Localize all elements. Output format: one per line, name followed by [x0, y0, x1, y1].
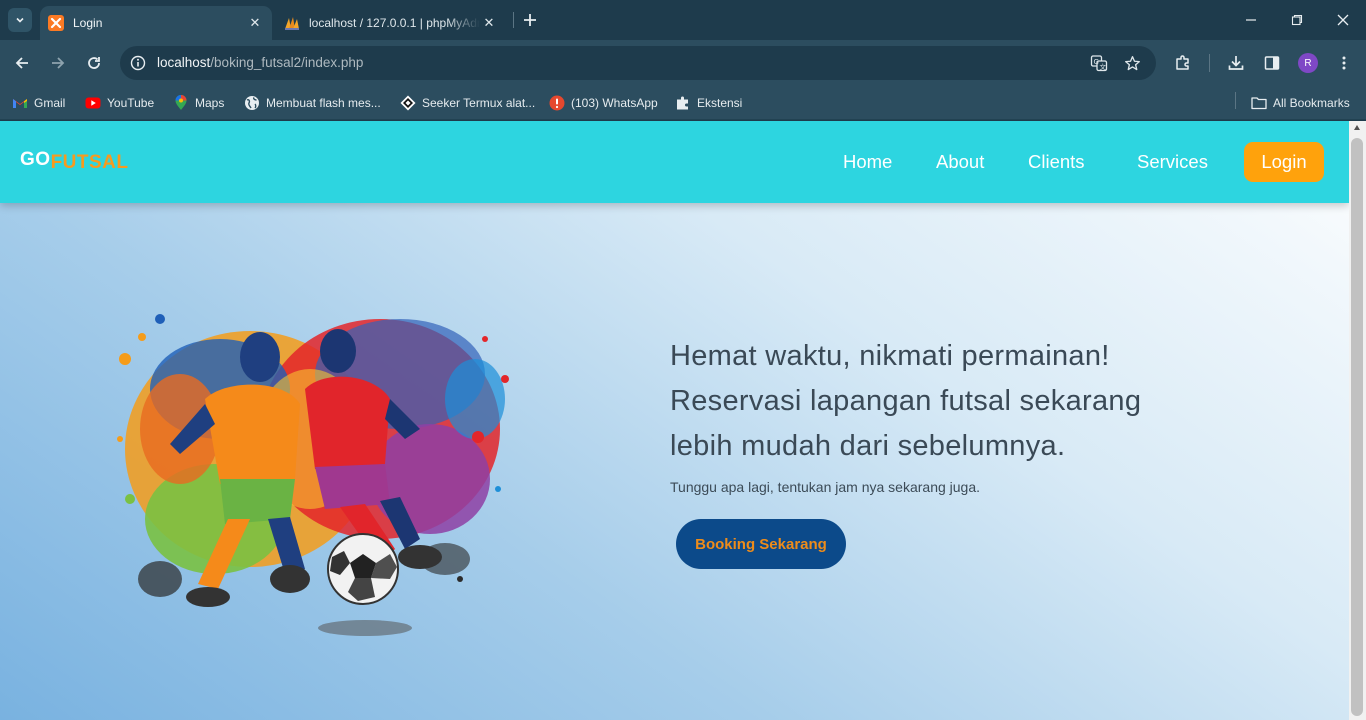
globe-icon — [244, 95, 260, 111]
translate-icon[interactable]: G文 — [1090, 54, 1108, 72]
close-icon[interactable]: ✕ — [246, 14, 264, 32]
bookmark-flash-message[interactable]: Membuat flash mes... — [244, 93, 381, 113]
forward-button[interactable] — [47, 52, 69, 74]
minimize-icon — [1246, 19, 1256, 21]
bookmark-seeker-termux[interactable]: Seeker Termux alat... — [400, 93, 535, 113]
browser-toolbar: localhost/boking_futsal2/index.php G文 R — [0, 40, 1366, 86]
minimize-button[interactable] — [1241, 10, 1261, 30]
arrow-left-icon — [15, 57, 28, 69]
svg-text:文: 文 — [1100, 62, 1107, 71]
all-bookmarks-button[interactable]: All Bookmarks — [1251, 93, 1350, 113]
page-scrollbar[interactable] — [1349, 121, 1366, 720]
gmail-icon — [12, 95, 28, 111]
reload-icon — [88, 57, 100, 69]
logo-futsal: FUTSAL — [50, 152, 129, 173]
address-bar[interactable]: localhost/boking_futsal2/index.php G文 — [120, 46, 1156, 80]
seeker-icon — [400, 95, 416, 111]
side-panel-icon — [1264, 56, 1280, 70]
hero-heading-line: Hemat waktu, nikmati permainan! — [670, 340, 1110, 372]
tab-title: localhost / 127.0.0.1 | phpMyAdmin — [309, 16, 480, 30]
bookmark-label: All Bookmarks — [1273, 96, 1350, 110]
svg-text:G: G — [1094, 58, 1099, 66]
phpmyadmin-icon — [285, 17, 299, 30]
download-icon — [1228, 56, 1244, 70]
bookmark-whatsapp[interactable]: (103) WhatsApp — [549, 93, 658, 113]
bookmark-label: Ekstensi — [697, 96, 743, 110]
puzzle-icon — [675, 95, 691, 111]
tab-search-button[interactable] — [8, 8, 32, 32]
new-tab-button[interactable] — [520, 10, 540, 30]
hero-heading: Hemat waktu, nikmati permainan! Reservas… — [670, 334, 1230, 469]
tab-divider — [513, 12, 514, 28]
bookmark-label: (103) WhatsApp — [571, 96, 658, 110]
star-icon[interactable] — [1123, 54, 1141, 72]
toolbar-divider — [1209, 54, 1210, 72]
close-icon[interactable]: ✕ — [480, 14, 498, 32]
profile-avatar[interactable]: R — [1298, 53, 1318, 73]
tab-phpmyadmin[interactable]: localhost / 127.0.0.1 | phpMyAdmin ✕ — [276, 6, 506, 40]
plus-icon — [524, 14, 536, 26]
url-host: localhost — [157, 55, 211, 70]
nav-about[interactable]: About — [936, 151, 984, 173]
bookmark-label: Maps — [195, 96, 225, 110]
bookmark-maps[interactable]: Maps — [173, 93, 224, 113]
url-text: localhost/boking_futsal2/index.php — [157, 55, 363, 70]
hero-heading-line: lebih mudah dari sebelumnya. — [670, 430, 1066, 462]
page-viewport: GOFUTSAL Home About Clients Services Log… — [0, 121, 1349, 720]
extensions-icon — [1176, 55, 1189, 70]
browser-tab-strip: Login ✕ localhost / 127.0.0.1 | phpMyAdm… — [0, 0, 1366, 40]
booking-now-button[interactable]: Booking Sekarang — [676, 519, 846, 569]
site-logo[interactable]: GOFUTSAL — [20, 149, 129, 173]
youtube-icon — [85, 95, 101, 111]
more-vert-icon — [1342, 56, 1346, 70]
folder-icon — [1251, 95, 1267, 111]
bookmarks-divider — [1235, 92, 1236, 109]
bookmarks-bar: Gmail YouTube Maps Membuat flash mes... … — [0, 86, 1366, 120]
nav-services[interactable]: Services — [1137, 151, 1208, 173]
extensions-button[interactable] — [1172, 52, 1194, 74]
logo-go: GO — [20, 149, 51, 170]
login-button[interactable]: Login — [1244, 142, 1324, 182]
tab-title: Login — [73, 16, 103, 30]
nav-clients[interactable]: Clients — [1028, 151, 1085, 173]
bookmark-youtube[interactable]: YouTube — [85, 93, 154, 113]
maps-icon — [173, 95, 189, 111]
bookmark-label: Gmail — [34, 96, 66, 110]
scrollbar-thumb[interactable] — [1351, 138, 1363, 716]
side-panel-button[interactable] — [1261, 52, 1283, 74]
soccer-ball — [327, 533, 399, 605]
futsal-players-illustration — [117, 314, 509, 636]
nav-home[interactable]: Home — [843, 151, 892, 173]
scroll-up-icon[interactable] — [1354, 125, 1360, 130]
downloads-button[interactable] — [1225, 52, 1247, 74]
url-path: /boking_futsal2/index.php — [210, 55, 364, 70]
arrow-right-icon — [52, 57, 65, 69]
paint-splash — [117, 314, 509, 597]
restore-icon — [1291, 14, 1303, 26]
site-navbar: GOFUTSAL Home About Clients Services Log… — [0, 121, 1349, 203]
bookmark-label: Seeker Termux alat... — [422, 96, 536, 110]
tab-login[interactable]: Login ✕ — [40, 6, 272, 40]
hero-heading-line: Reservasi lapangan futsal sekarang — [670, 385, 1142, 417]
close-window-button[interactable] — [1333, 10, 1353, 30]
ball-shadow — [318, 620, 412, 636]
reload-button[interactable] — [83, 52, 105, 74]
bookmark-label: Membuat flash mes... — [266, 96, 381, 110]
bookmark-ekstensi[interactable]: Ekstensi — [675, 93, 742, 113]
browser-menu-button[interactable] — [1333, 52, 1355, 74]
back-button[interactable] — [11, 52, 33, 74]
bookmark-gmail[interactable]: Gmail — [12, 93, 65, 113]
xampp-icon — [48, 15, 64, 31]
site-info-icon[interactable] — [129, 54, 147, 72]
restore-button[interactable] — [1287, 10, 1307, 30]
close-icon — [1337, 14, 1349, 26]
chevron-down-icon — [16, 17, 24, 23]
hero-subtitle: Tunggu apa lagi, tentukan jam nya sekara… — [670, 479, 981, 495]
bookmark-label: YouTube — [107, 96, 155, 110]
alert-icon — [549, 95, 565, 111]
